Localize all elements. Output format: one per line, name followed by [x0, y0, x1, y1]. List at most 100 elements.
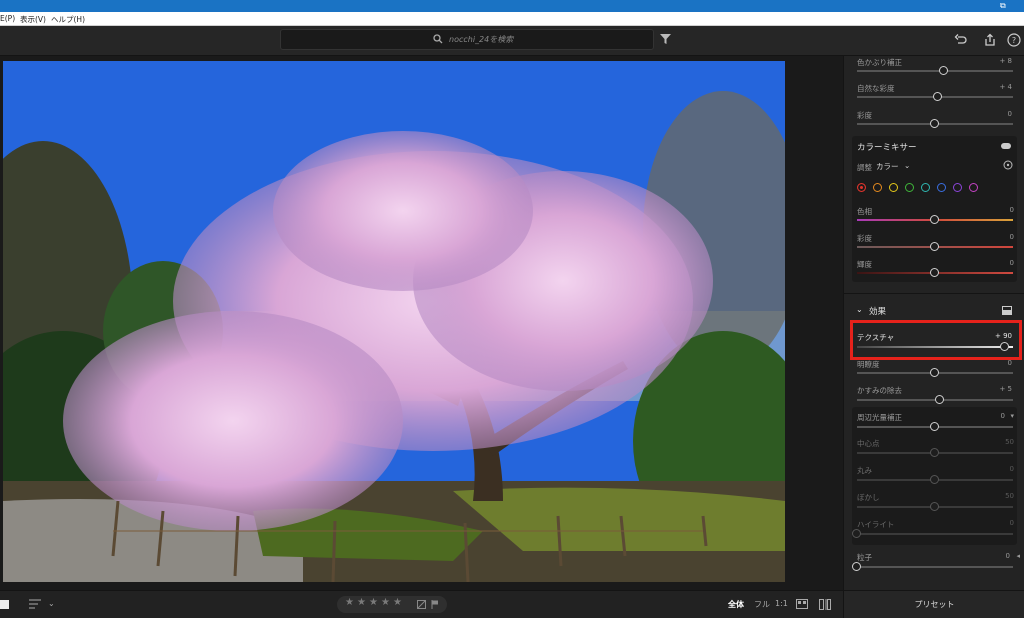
window-title-bar: ⧉ [0, 0, 1024, 12]
photo-canvas[interactable] [0, 56, 843, 590]
slider[interactable] [857, 368, 1013, 377]
panel-mask-icon[interactable] [1002, 306, 1012, 315]
view-fit-button[interactable]: 全体 [728, 599, 744, 610]
slider[interactable] [857, 448, 1013, 457]
view-1to1-button[interactable]: 1:1 [775, 599, 788, 608]
slider-knob[interactable] [930, 215, 939, 224]
restore-window-button[interactable]: ⧉ [1000, 1, 1006, 11]
star-icon[interactable]: ★ [345, 597, 354, 608]
star-rating[interactable]: ★ ★ ★ ★ ★ [337, 596, 447, 613]
chevron-down-icon[interactable]: ⌄ [48, 599, 55, 608]
slider-knob[interactable] [930, 268, 939, 277]
sort-icon[interactable] [29, 599, 41, 609]
slider-knob[interactable] [930, 448, 939, 457]
slider-knob[interactable] [930, 475, 939, 484]
slider-knob[interactable] [930, 119, 939, 128]
search-input[interactable]: nocchi_24を検索 [280, 29, 654, 50]
pick-flag-icon[interactable] [431, 600, 439, 609]
clarity-label: 明瞭度 [857, 360, 880, 369]
slider-knob[interactable] [933, 92, 943, 101]
search-icon [433, 34, 443, 44]
slider[interactable] [857, 92, 1013, 101]
slider[interactable] [857, 475, 1013, 484]
reject-flag-icon[interactable] [417, 600, 426, 609]
vignette-label: 周辺光量補正 [857, 413, 902, 422]
slider-knob[interactable] [930, 242, 939, 251]
slider-knob[interactable] [930, 422, 939, 431]
menu-view[interactable]: 表示(V) [20, 14, 46, 25]
dehaze-value: + 5 [999, 385, 1012, 393]
slider[interactable] [852, 562, 1013, 571]
cherry-blossom-photo [3, 61, 785, 582]
target-adjust-icon[interactable] [1003, 160, 1013, 170]
undo-icon[interactable] [954, 33, 968, 47]
chevron-down-icon[interactable]: ⌄ [904, 161, 910, 170]
feather-label: ぼかし [857, 493, 880, 502]
help-icon[interactable]: ? [1007, 33, 1021, 47]
slider-knob[interactable] [939, 66, 949, 75]
filter-icon[interactable] [660, 34, 671, 44]
color-dot-yellow[interactable] [889, 183, 898, 192]
color-dot-aqua[interactable] [921, 183, 930, 192]
slider-knob[interactable] [930, 368, 939, 377]
star-icon[interactable]: ★ [357, 597, 366, 608]
top-toolbar: nocchi_24を検索 ? [0, 26, 1024, 56]
slider-knob[interactable] [934, 395, 944, 404]
star-icon[interactable]: ★ [393, 597, 402, 608]
luminance-value: 0 [1009, 259, 1014, 267]
slider-knob[interactable] [930, 502, 939, 511]
adjust-label: 調整 [857, 163, 872, 172]
slider[interactable] [857, 66, 1013, 75]
color-mixer-card: カラーミキサー 調整 カラー ⌄ 色相 0 彩度 0 輝度 0 [852, 136, 1017, 282]
hue-label: 色相 [857, 207, 872, 216]
color-dot-green[interactable] [905, 183, 914, 192]
bottom-toolbar: ⌄ ★ ★ ★ ★ ★ 全体 フル 1:1 [0, 590, 843, 618]
roundness-value: 0 [1009, 465, 1014, 473]
slider[interactable] [857, 395, 1013, 404]
photo-illustration [3, 61, 785, 582]
before-after-icon[interactable] [819, 599, 831, 610]
star-icon[interactable]: ★ [381, 597, 390, 608]
color-mixer-title: カラーミキサー [857, 143, 917, 153]
slider-knob[interactable] [852, 562, 861, 571]
slider[interactable] [857, 215, 1013, 224]
color-dot-orange[interactable] [873, 183, 882, 192]
color-dot-red[interactable] [857, 183, 866, 192]
slider-knob[interactable] [852, 529, 861, 538]
grain-label: 粒子 [857, 553, 872, 562]
vignette-dropdown-icon[interactable]: ▾ [1010, 412, 1014, 420]
grid-view-icon[interactable] [0, 600, 9, 609]
compare-view-icon[interactable] [796, 599, 808, 609]
slider[interactable] [857, 242, 1013, 251]
view-fill-button[interactable]: フル [754, 599, 770, 610]
slider[interactable] [857, 502, 1013, 511]
share-icon[interactable] [983, 33, 997, 47]
vibrance-value: + 4 [999, 83, 1012, 91]
color-dot-magenta[interactable] [969, 183, 978, 192]
color-dot-purple[interactable] [953, 183, 962, 192]
effects-title: 効果 [869, 307, 887, 317]
midpoint-label: 中心点 [857, 439, 880, 448]
temp-value: + 8 [999, 57, 1012, 65]
vibrance-label: 自然な彩度 [857, 84, 895, 93]
slider[interactable] [857, 119, 1013, 128]
presets-button[interactable]: プリセット [843, 590, 1024, 618]
roundness-label: 丸み [857, 466, 872, 475]
adjust-dropdown[interactable]: カラー [876, 161, 899, 172]
slider[interactable] [857, 268, 1013, 277]
color-dot-blue[interactable] [937, 183, 946, 192]
highlights-label: ハイライト [857, 520, 895, 529]
color-mixer-toggle[interactable] [1001, 143, 1011, 149]
search-placeholder: nocchi_24を検索 [449, 35, 514, 44]
dehaze-label: かすみの除去 [857, 386, 902, 395]
midpoint-value: 50 [1005, 438, 1014, 446]
collapse-chevron-icon[interactable]: ⌄ [856, 305, 863, 314]
grain-dropdown-icon[interactable]: ◂ [1016, 552, 1020, 560]
slider[interactable] [857, 422, 1013, 431]
clarity-value: 0 [1007, 359, 1012, 367]
texture-highlight-box [850, 320, 1022, 360]
star-icon[interactable]: ★ [369, 597, 378, 608]
menu-edit[interactable]: E(P) [0, 14, 15, 23]
slider[interactable] [852, 529, 1013, 538]
menu-help[interactable]: ヘルプ(H) [51, 14, 85, 25]
